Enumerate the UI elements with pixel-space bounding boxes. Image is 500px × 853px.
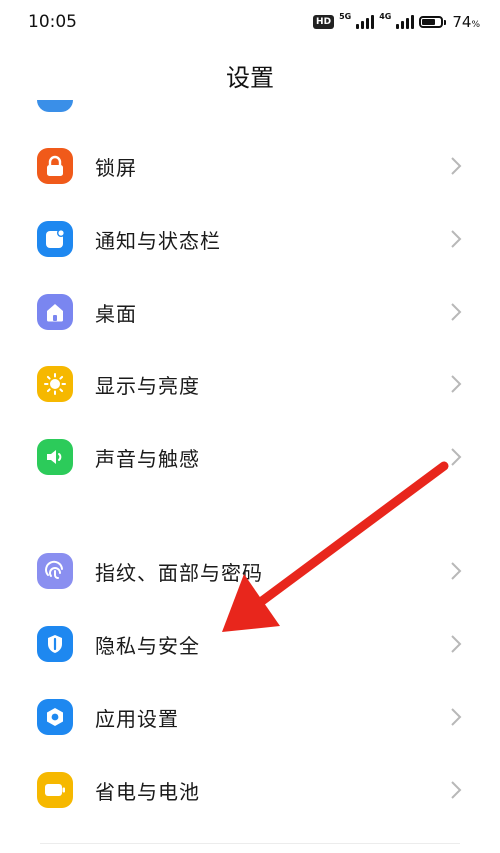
settings-item-label: 通知与状态栏: [95, 228, 221, 253]
settings-item-notifications[interactable]: 通知与状态栏: [0, 209, 500, 269]
network-4g-label: 4G: [379, 12, 392, 21]
settings-item-label: 省电与电池: [95, 779, 200, 804]
settings-item-label: 应用设置: [95, 706, 179, 731]
signal-icon-2: [396, 15, 415, 29]
hd-voice-badge: HD: [313, 15, 335, 29]
chevron-right-icon: [451, 635, 462, 653]
status-time: 10:05: [28, 12, 77, 32]
chevron-right-icon: [451, 157, 462, 175]
settings-item-label: 指纹、面部与密码: [95, 560, 263, 585]
sun-icon: [37, 366, 73, 402]
scrolled-partial-icon: [37, 100, 73, 112]
chevron-right-icon: [451, 303, 462, 321]
battery-percent-value: 74: [452, 13, 472, 31]
page-title: 设置: [226, 64, 274, 92]
chevron-right-icon: [451, 448, 462, 466]
settings-item-home-screen[interactable]: 桌面: [0, 282, 500, 342]
settings-item-battery-saver[interactable]: 省电与电池: [0, 760, 500, 820]
privacy-shield-icon: [37, 626, 73, 662]
notification-icon: [37, 221, 73, 257]
settings-item-label: 隐私与安全: [95, 633, 200, 658]
settings-item-label: 桌面: [95, 301, 137, 326]
settings-item-fingerprint-face-password[interactable]: 指纹、面部与密码: [0, 541, 500, 601]
settings-item-sound-haptics[interactable]: 声音与触感: [0, 427, 500, 487]
chevron-right-icon: [451, 708, 462, 726]
speaker-icon: [37, 439, 73, 475]
battery-percent-unit: %: [471, 20, 480, 30]
signal-icon: [356, 15, 375, 29]
status-bar: 10:05 HD 5G 4G 74%: [0, 0, 500, 44]
battery-saver-icon: [37, 772, 73, 808]
network-5g-label: 5G: [339, 12, 352, 21]
battery-percent: 74%: [452, 13, 480, 31]
battery-fill: [422, 19, 436, 25]
settings-item-lock-screen[interactable]: 锁屏: [0, 136, 500, 196]
settings-item-app-settings[interactable]: 应用设置: [0, 687, 500, 747]
app-settings-icon: [37, 699, 73, 735]
settings-item-display-brightness[interactable]: 显示与亮度: [0, 354, 500, 414]
battery-icon: [419, 16, 447, 28]
settings-item-privacy-security[interactable]: 隐私与安全: [0, 614, 500, 674]
settings-item-label: 声音与触感: [95, 446, 200, 471]
settings-item-label: 锁屏: [95, 155, 137, 180]
home-icon: [37, 294, 73, 330]
chevron-right-icon: [451, 781, 462, 799]
chevron-right-icon: [451, 230, 462, 248]
chevron-right-icon: [451, 375, 462, 393]
section-divider: [40, 843, 460, 844]
settings-item-label: 显示与亮度: [95, 373, 200, 398]
lock-icon: [37, 148, 73, 184]
status-icons: HD 5G 4G 74%: [313, 12, 480, 32]
chevron-right-icon: [451, 562, 462, 580]
fingerprint-icon: [37, 553, 73, 589]
